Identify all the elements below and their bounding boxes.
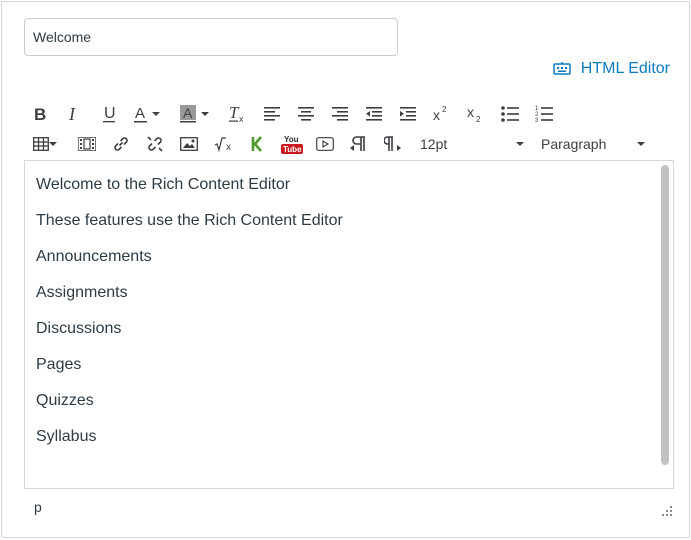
statusbar: p [24,489,674,525]
block-format-select[interactable]: Paragraph [541,131,645,157]
background-color-dropdown[interactable] [198,101,212,127]
rtl-icon[interactable] [380,131,406,157]
unlink-icon[interactable] [142,131,168,157]
ltr-icon[interactable] [346,131,372,157]
content-paragraph: Syllabus [36,428,97,445]
svg-text:2: 2 [442,106,447,114]
chevron-down-icon [516,142,524,146]
media-icon[interactable] [74,131,100,157]
html-editor-link[interactable]: HTML Editor [553,58,670,80]
table-dropdown[interactable] [46,131,60,157]
svg-text:x: x [239,114,244,123]
video-icon[interactable] [312,131,338,157]
content-paragraph: Assignments [36,284,128,301]
numbered-list-icon[interactable]: 123 [531,101,557,127]
content-paragraph: Welcome to the Rich Content Editor [36,176,291,193]
svg-text:A: A [183,105,193,121]
svg-text:B: B [34,106,46,122]
svg-text:x: x [433,107,440,122]
resize-handle-icon[interactable] [662,503,672,521]
youtube-icon[interactable]: You Tube [278,131,306,157]
title-input[interactable]: Welcome [24,18,398,56]
svg-text:x: x [226,142,231,152]
underline-icon[interactable]: U [96,101,122,127]
outdent-icon[interactable] [361,101,387,127]
italic-icon[interactable]: I [61,101,87,127]
youtube-text-bottom: Tube [283,145,302,154]
content-area[interactable]: Welcome to the Rich Content Editor These… [24,160,674,489]
font-size-value: 12pt [420,136,448,152]
element-path[interactable]: p [34,499,42,515]
svg-text:A: A [135,105,145,122]
chevron-down-icon [201,112,209,116]
bold-icon[interactable]: B [27,101,53,127]
svg-text:3: 3 [535,118,539,123]
text-color-dropdown[interactable] [149,101,163,127]
indent-icon[interactable] [395,101,421,127]
image-icon[interactable] [176,131,202,157]
content-paragraph: Quizzes [36,392,94,409]
chevron-down-icon [152,112,160,116]
clear-formatting-icon[interactable]: Tx [224,101,250,127]
editor-panel: Welcome HTML Editor B I U A A T x x 2 x … [1,1,690,538]
bullet-list-icon[interactable] [497,101,523,127]
html-editor-label: HTML Editor [580,60,670,77]
content-scrollbar[interactable] [658,162,672,487]
content-paragraph: Announcements [36,248,152,265]
scrollbar-thumb[interactable] [661,165,669,465]
superscript-icon[interactable]: x2 [428,101,454,127]
content-paragraph: Discussions [36,320,122,337]
subscript-icon[interactable]: x2 [462,101,488,127]
align-center-icon[interactable] [293,101,319,127]
keyboard-icon [553,62,571,76]
chevron-down-icon [49,142,57,146]
kaltura-icon[interactable] [244,131,270,157]
link-icon[interactable] [108,131,134,157]
content-paragraph: Pages [36,356,82,373]
align-right-icon[interactable] [327,101,353,127]
align-left-icon[interactable] [259,101,285,127]
youtube-text-top: You [284,135,299,144]
svg-text:U: U [104,105,116,122]
svg-text:I: I [68,106,76,122]
block-format-value: Paragraph [541,136,607,152]
svg-text:x: x [467,105,474,120]
svg-text:2: 2 [476,115,481,123]
chevron-down-icon [637,142,645,146]
font-size-select[interactable]: 12pt [420,131,524,157]
equation-icon[interactable]: x [211,131,237,157]
content-paragraph: These features use the Rich Content Edit… [36,212,343,229]
